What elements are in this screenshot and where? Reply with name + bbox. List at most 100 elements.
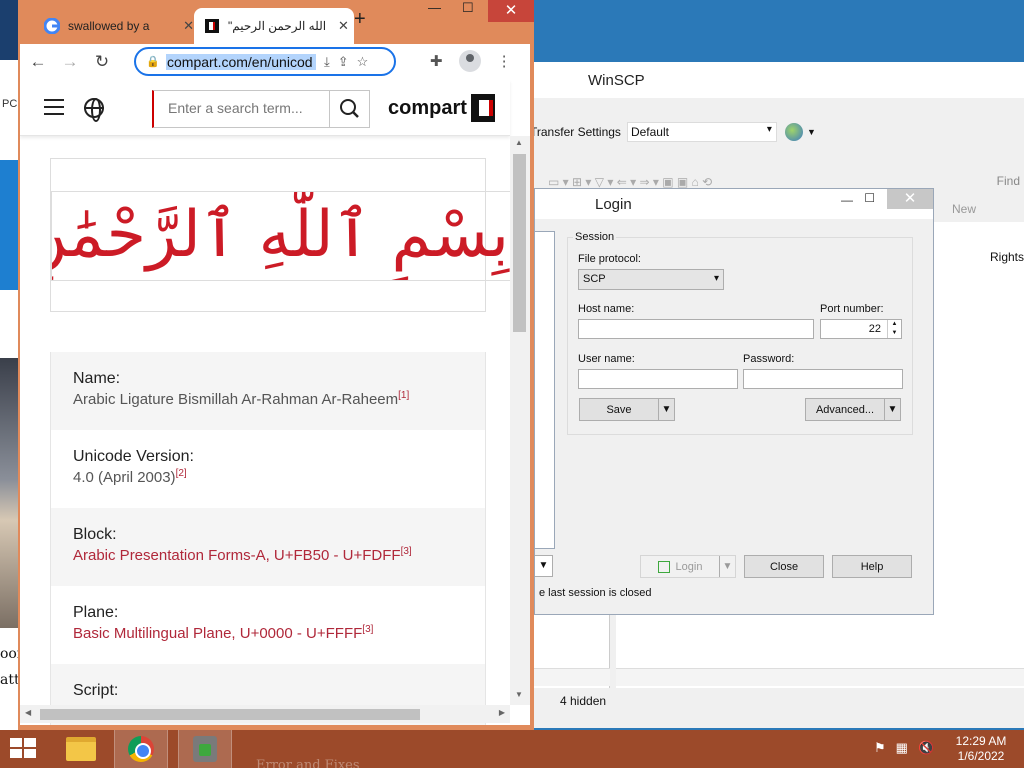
local-hscrollbar[interactable] (524, 668, 610, 686)
tab-label: swallowed by a (68, 19, 150, 33)
footnote-link[interactable]: [1] (398, 390, 409, 401)
back-icon[interactable]: ← (24, 52, 52, 72)
close-button[interactable]: Close (744, 555, 824, 578)
web-page: Enter a search term... compart بِسْمِ ٱل… (20, 80, 530, 725)
file-explorer-taskbar-button[interactable] (54, 730, 108, 768)
menu-kebab-icon[interactable]: ⋮ (497, 52, 512, 70)
new-button[interactable]: New (952, 202, 976, 216)
globe-icon[interactable] (784, 123, 803, 141)
compart-logo[interactable]: compart (388, 94, 495, 122)
address-bar[interactable]: 🔒 compart.com/en/unicod ⤓ ⇪ ☆ (134, 47, 396, 76)
network-icon[interactable]: ▦ (896, 740, 908, 756)
tools-dropdown[interactable]: ▼ (535, 555, 553, 577)
rights-column-header[interactable]: Rights (990, 250, 1024, 264)
winscp-title: WinSCP (588, 71, 645, 89)
scroll-left-icon[interactable]: ◀ (25, 708, 31, 717)
search-input[interactable]: Enter a search term... (152, 90, 330, 128)
property-row: Unicode Version: 4.0 (April 2003)[2] (50, 430, 486, 508)
file-protocol-select[interactable]: SCP ▾ (578, 269, 724, 290)
system-tray: ⚑ ▦ 🔇 (874, 740, 934, 756)
chrome-taskbar-button[interactable] (114, 730, 168, 768)
close-window-button[interactable]: ✕ (488, 0, 534, 22)
windows-start-icon[interactable] (10, 738, 38, 760)
transfer-settings-bar: Transfer Settings Default ▼ (524, 120, 1024, 144)
reload-icon[interactable]: ↻ (88, 52, 116, 72)
language-globe-icon[interactable] (84, 98, 104, 122)
footnote-link[interactable]: [3] (401, 546, 412, 557)
property-value: 4.0 (April 2003)[2] (73, 468, 187, 486)
action-center-flag-icon[interactable]: ⚑ (874, 740, 886, 756)
tab-search[interactable]: swallowed by a ✕ (28, 8, 194, 44)
save-button[interactable]: Save ▼ (579, 398, 675, 421)
chrome-window: swallowed by a ✕ "ﷲ بسم الله الرحمن الرح… (18, 0, 534, 730)
maximize-icon[interactable]: ☐ (462, 0, 474, 16)
glyph-preview: بِسْمِ ٱللَّٰهِ ٱلرَّحْمَٰنِ ٱلرَّحِيمِ (50, 158, 511, 312)
tab-compart[interactable]: "ﷲ بسم الله الرحمن الرحيم ✕ (194, 8, 354, 44)
property-value: Arabic Ligature Bismillah Ar-Rahman Ar-R… (73, 390, 410, 408)
maximize-icon[interactable]: ☐ (864, 191, 875, 205)
new-tab-button[interactable]: + (354, 8, 366, 31)
bg-text-pc: PC (2, 98, 18, 110)
profile-avatar-icon[interactable] (458, 50, 481, 72)
hamburger-menu-icon[interactable] (44, 99, 64, 115)
find-button[interactable]: Find (997, 174, 1020, 188)
port-number-stepper[interactable]: 22 ▲ ▼ (820, 319, 902, 339)
scroll-up-icon[interactable]: ▲ (515, 138, 523, 147)
horizontal-scrollbar[interactable]: ◀ ▶ (20, 705, 510, 723)
taskbar-ghost-text: Error and Fixes (256, 758, 360, 768)
property-value-link[interactable]: Basic Multilingual Plane, U+0000 - U+FFF… (73, 624, 463, 642)
remote-hscrollbar[interactable] (616, 668, 1024, 686)
transfer-settings-select[interactable]: Default (626, 122, 777, 142)
minimize-icon[interactable]: — (428, 0, 441, 15)
property-key: Script: (73, 682, 119, 699)
chevron-down-icon[interactable]: ▼ (719, 556, 735, 577)
share-icon[interactable]: ⇪ (338, 54, 349, 70)
scroll-right-icon[interactable]: ▶ (499, 708, 505, 717)
lock-icon: 🔒 (146, 56, 160, 68)
property-value-link[interactable]: Arabic Presentation Forms-A, U+FB50 - U+… (73, 546, 463, 564)
property-key: Plane: (73, 604, 119, 621)
site-header: Enter a search term... compart (20, 80, 510, 136)
minimize-icon[interactable]: — (841, 193, 853, 207)
compart-icon (204, 18, 220, 34)
tab-strip: swallowed by a ✕ "ﷲ بسم الله الرحمن الرح… (20, 8, 532, 44)
host-name-label: Host name: (578, 303, 635, 315)
login-title: Login (595, 195, 632, 213)
winscp-taskbar-button[interactable] (178, 730, 232, 768)
tab-label: "ﷲ بسم الله الرحمن الرحيم (228, 19, 328, 33)
host-name-input[interactable] (578, 319, 814, 339)
chevron-down-icon[interactable]: ▼ (807, 127, 816, 137)
advanced-button[interactable]: Advanced... ▼ (805, 398, 901, 421)
footnote-link[interactable]: [3] (362, 624, 373, 635)
close-icon[interactable]: ✕ (887, 189, 933, 209)
chevron-down-icon[interactable]: ▼ (658, 399, 674, 420)
property-list: Name: Arabic Ligature Bismillah Ar-Rahma… (50, 352, 486, 725)
forward-icon[interactable]: → (56, 52, 84, 72)
password-input[interactable] (743, 369, 903, 389)
scroll-thumb[interactable] (40, 709, 420, 720)
install-icon[interactable]: ⤓ (324, 54, 330, 70)
login-button[interactable]: Login ▼ (640, 555, 736, 578)
footnote-link[interactable]: [2] (176, 468, 187, 479)
chevron-down-icon[interactable]: ▼ (884, 399, 900, 420)
clock-time: 12:29 AM (955, 734, 1007, 748)
close-icon[interactable]: ✕ (183, 18, 194, 34)
scroll-down-icon[interactable]: ▼ (515, 690, 523, 699)
url-text[interactable]: compart.com/en/unicod (166, 53, 316, 70)
search-button[interactable] (330, 90, 370, 128)
scroll-thumb[interactable] (513, 154, 526, 332)
chrome-toolbar: ← → ↻ 🔒 compart.com/en/unicod ⤓ ⇪ ☆ ✚ ⋮ (20, 44, 530, 80)
login-button-label: Login (675, 560, 703, 573)
extensions-icon[interactable]: ✚ (430, 52, 443, 70)
user-name-input[interactable] (578, 369, 738, 389)
help-button[interactable]: Help (832, 555, 912, 578)
google-icon (44, 18, 60, 34)
volume-muted-icon[interactable]: 🔇 (918, 740, 934, 756)
close-icon[interactable]: ✕ (338, 18, 349, 34)
site-list[interactable] (535, 231, 555, 549)
system-clock[interactable]: 12:29 AM 1/6/2022 (950, 734, 1012, 764)
star-icon[interactable]: ☆ (357, 54, 369, 70)
spin-arrows-icon[interactable]: ▲ ▼ (887, 320, 901, 338)
vertical-scrollbar[interactable]: ▲ ▼ (510, 136, 530, 705)
closed-session-message: e last session is closed (539, 587, 652, 599)
